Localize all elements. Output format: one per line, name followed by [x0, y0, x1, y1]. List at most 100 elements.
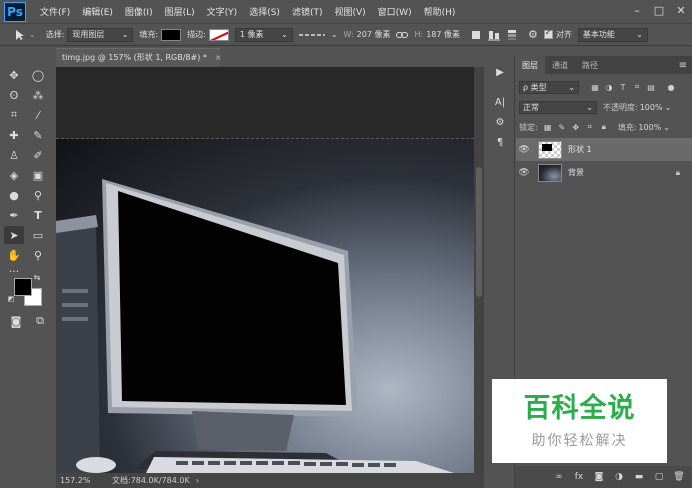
dodge-tool-icon[interactable]: ⚲	[28, 186, 48, 204]
path-operations-icon[interactable]	[470, 29, 482, 41]
lock-position-icon[interactable]: ✥	[570, 121, 582, 133]
foreground-color-swatch[interactable]	[14, 278, 32, 296]
menu-type[interactable]: 文字(Y)	[201, 5, 244, 18]
menu-filter[interactable]: 滤镜(T)	[286, 5, 329, 18]
height-value[interactable]: 187 像素	[426, 29, 460, 40]
menu-view[interactable]: 视图(V)	[328, 5, 371, 18]
filter-type-icon[interactable]: T	[617, 81, 629, 93]
path-selection-tool-icon[interactable]: ➤	[4, 226, 24, 244]
menu-edit[interactable]: 编辑(E)	[76, 5, 119, 18]
history-brush-tool-icon[interactable]: ✐	[28, 146, 48, 164]
layer-row-shape[interactable]: 👁︎ 形状 1	[516, 138, 692, 161]
close-tab-icon[interactable]: ×	[215, 53, 222, 62]
zoom-level[interactable]: 157.2%	[56, 476, 98, 485]
filter-adjustment-icon[interactable]: ◑	[603, 81, 615, 93]
lasso-tool-icon[interactable]: ʘ	[4, 86, 24, 104]
path-selection-tool-icon[interactable]: ⌄	[14, 29, 36, 41]
stroke-color-swatch[interactable]	[208, 28, 229, 41]
quick-mask-icon[interactable]: ◙	[6, 312, 26, 330]
screen-mode-icon[interactable]: ⧉	[30, 312, 50, 330]
paragraph-icon[interactable]: ¶	[492, 134, 508, 150]
layer-row-background[interactable]: 👁︎ 背景 🔒︎	[516, 161, 692, 184]
stroke-width-dropdown[interactable]: 1 像素 ⌄	[234, 27, 293, 42]
align-edges-checkbox[interactable]	[543, 28, 553, 39]
lock-all-icon[interactable]: 🔒︎	[598, 121, 610, 133]
menu-select[interactable]: 选择(S)	[243, 5, 286, 18]
document-tab[interactable]: timg.jpg @ 157% (形状 1, RGB/8#) * ×	[56, 48, 222, 66]
panel-menu-icon[interactable]: ≡	[679, 60, 687, 71]
eye-icon[interactable]: 👁︎	[516, 168, 532, 178]
workspace-dropdown[interactable]: 基本功能 ⌄	[577, 27, 648, 42]
tab-paths[interactable]: 路径	[575, 56, 605, 74]
vertical-scrollbar[interactable]	[474, 67, 484, 473]
filter-pixel-icon[interactable]: ▦	[589, 81, 601, 93]
chevron-down-icon: ⌄	[121, 30, 129, 39]
layer-filter-dropdown[interactable]: ρ 类型 ⌄	[519, 80, 579, 94]
swap-colors-icon[interactable]: ⇆	[32, 272, 42, 282]
new-group-icon[interactable]: ▬	[631, 469, 647, 485]
type-tool-icon[interactable]: T	[28, 206, 48, 224]
canvas-image[interactable]	[56, 139, 474, 473]
link-layers-icon[interactable]: ∞	[551, 469, 567, 485]
fill-value[interactable]: 100%	[638, 123, 661, 132]
quick-selection-tool-icon[interactable]: ⁂	[28, 86, 48, 104]
clone-stamp-tool-icon[interactable]: ♙	[4, 146, 24, 164]
status-bar: 157.2% 文档:784.0K/784.0K ›	[56, 473, 484, 488]
select-dropdown[interactable]: 现用图层 ⌄	[67, 27, 134, 42]
rectangle-tool-icon[interactable]: ▭	[28, 226, 48, 244]
close-button[interactable]: ✕	[670, 0, 692, 20]
pen-tool-icon[interactable]: ✒	[4, 206, 24, 224]
layer-name: 背景	[568, 168, 584, 177]
stroke-type-dropdown[interactable]: ⌄	[298, 30, 338, 39]
path-alignment-icon[interactable]	[488, 29, 500, 41]
eyedropper-tool-icon[interactable]: ⁄	[28, 106, 48, 124]
menu-window[interactable]: 窗口(W)	[372, 5, 418, 18]
link-icon[interactable]	[396, 31, 409, 39]
tab-layers[interactable]: 图层	[515, 56, 545, 74]
gear-icon[interactable]: ⚙	[528, 28, 538, 41]
lock-image-icon[interactable]: ✎	[556, 121, 568, 133]
move-tool-icon[interactable]: ✥	[4, 66, 24, 84]
filter-toggle-icon[interactable]: ●	[665, 81, 677, 93]
width-value[interactable]: 207 像素	[357, 29, 391, 40]
chevron-down-icon[interactable]: ⌄	[665, 103, 672, 112]
menu-file[interactable]: 文件(F)	[34, 5, 76, 18]
lock-transparent-icon[interactable]: ▦	[542, 121, 554, 133]
opacity-value[interactable]: 100%	[640, 103, 663, 112]
filter-smart-object-icon[interactable]: ▤	[645, 81, 657, 93]
lock-artboard-icon[interactable]: ⌗	[584, 121, 596, 133]
chevron-right-icon[interactable]: ›	[196, 476, 199, 485]
maximize-button[interactable]: □	[648, 0, 670, 20]
align-edges-option[interactable]: 对齐	[543, 28, 572, 40]
path-arrangement-icon[interactable]	[506, 29, 518, 41]
blur-tool-icon[interactable]: ●	[4, 186, 24, 204]
delete-layer-icon[interactable]: 🗑︎	[671, 469, 687, 485]
layer-style-icon[interactable]: fx	[571, 469, 587, 485]
select-option: 选择: 现用图层 ⌄	[46, 27, 134, 42]
chevron-down-icon[interactable]: ⌄	[663, 123, 670, 132]
minimize-button[interactable]: –	[626, 0, 648, 20]
new-layer-icon[interactable]: ▢	[651, 469, 667, 485]
menu-image[interactable]: 图像(I)	[119, 5, 159, 18]
menu-help[interactable]: 帮助(H)	[418, 5, 462, 18]
gradient-tool-icon[interactable]: ▣	[28, 166, 48, 184]
history-icon[interactable]: ▶	[492, 64, 508, 80]
blend-mode-dropdown[interactable]: 正常 ⌄	[519, 100, 597, 114]
scrollbar-thumb[interactable]	[476, 167, 482, 297]
new-adjustment-layer-icon[interactable]: ◑	[611, 469, 627, 485]
canvas-area[interactable]	[56, 67, 474, 473]
brush-tool-icon[interactable]: ✎	[28, 126, 48, 144]
zoom-tool-icon[interactable]: ⚲	[28, 246, 48, 264]
filter-shape-icon[interactable]: ⌗	[631, 81, 643, 93]
fill-color-swatch[interactable]	[161, 28, 182, 41]
eraser-tool-icon[interactable]: ◈	[4, 166, 24, 184]
character-icon[interactable]: A|	[492, 94, 508, 110]
add-mask-icon[interactable]: ◙	[591, 469, 607, 485]
properties-icon[interactable]: ⚙	[492, 114, 508, 130]
healing-brush-tool-icon[interactable]: ✚	[4, 126, 24, 144]
crop-tool-icon[interactable]: ⌗	[4, 106, 24, 124]
menu-layer[interactable]: 图层(L)	[159, 5, 201, 18]
tab-channels[interactable]: 通道	[545, 56, 575, 74]
elliptical-marquee-tool-icon[interactable]: ◯	[28, 66, 48, 84]
eye-icon[interactable]: 👁︎	[516, 145, 532, 155]
